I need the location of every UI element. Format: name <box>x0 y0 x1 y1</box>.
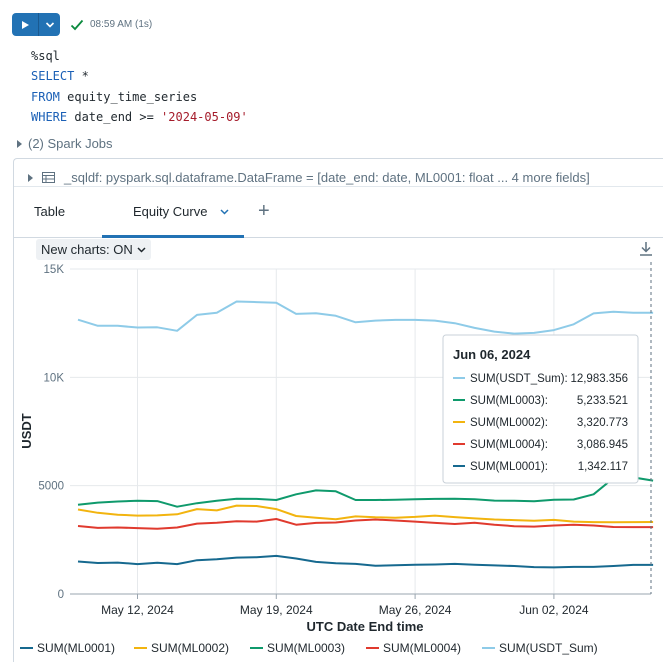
legend-item-label: SUM(ML0001) <box>37 641 115 655</box>
tooltip-label: SUM(ML0002): <box>470 417 548 429</box>
tooltip-value: 3,320.773 <box>577 417 628 429</box>
tooltip-value: 5,233.521 <box>577 395 628 407</box>
legend-item-label: SUM(USDT_Sum) <box>499 641 598 655</box>
tooltip-value: 3,086.945 <box>577 439 628 451</box>
x-tick-label: Jun 02, 2024 <box>519 603 589 617</box>
x-tick-label: May 26, 2024 <box>379 603 452 617</box>
y-tick-label: 0 <box>58 589 64 601</box>
x-axis-title: UTC Date End time <box>306 619 423 634</box>
x-tick-label: May 19, 2024 <box>240 603 313 617</box>
series-line-usdt-sum[interactable] <box>77 300 654 335</box>
y-axis-title: USDT <box>19 413 34 448</box>
tooltip-label: SUM(ML0003): <box>470 395 548 407</box>
equity-curve-chart[interactable]: 0 5000 10K 15K May 12, 2024 May 19, 2024 May 2… <box>0 0 663 662</box>
y-tick-label: 15K <box>44 264 65 276</box>
tooltip-value: 12,983.356 <box>570 373 628 385</box>
tooltip-title: Jun 06, 2024 <box>453 347 531 362</box>
tooltip-label: SUM(USDT_Sum): <box>470 373 568 385</box>
tooltip-label: SUM(ML0004): <box>470 439 548 451</box>
legend-item-label: SUM(ML0002) <box>151 641 229 655</box>
legend-item-label: SUM(ML0003) <box>267 641 345 655</box>
series-line-ml0001[interactable] <box>77 554 654 569</box>
legend-item-label: SUM(ML0004) <box>383 641 461 655</box>
y-tick-label: 5000 <box>38 481 64 493</box>
x-tick-label: May 12, 2024 <box>101 603 174 617</box>
tooltip-value: 1,342.117 <box>578 461 628 473</box>
tooltip-label: SUM(ML0001): <box>470 461 548 473</box>
y-tick-label: 10K <box>44 372 65 384</box>
